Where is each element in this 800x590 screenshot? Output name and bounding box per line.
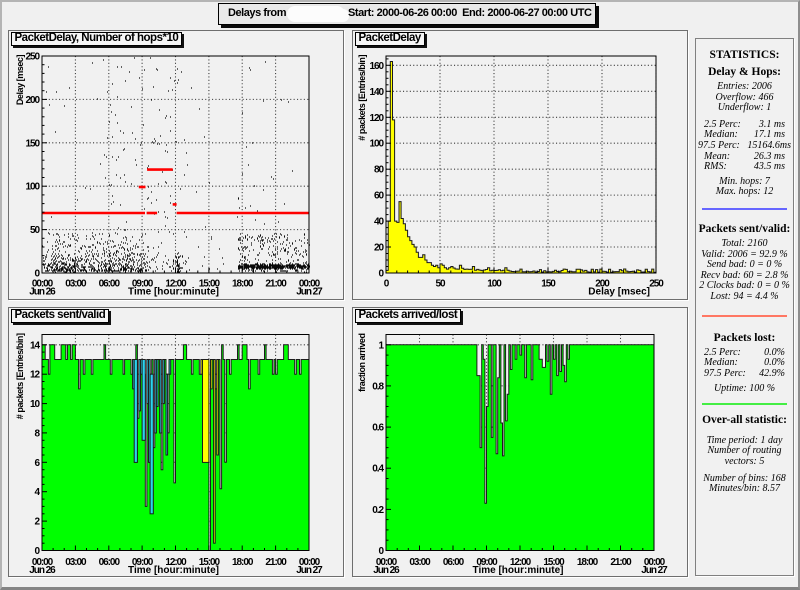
svg-text:18:00: 18:00 xyxy=(577,557,599,568)
svg-text:50: 50 xyxy=(30,225,41,236)
svg-text:200: 200 xyxy=(25,95,40,106)
svg-text:fraction arrived: fraction arrived xyxy=(357,334,367,392)
svg-text:250: 250 xyxy=(649,279,664,290)
svg-text:60: 60 xyxy=(374,191,385,202)
svg-text:80: 80 xyxy=(374,165,385,176)
svg-text:Jun 26: Jun 26 xyxy=(29,565,56,576)
svg-text:0: 0 xyxy=(34,546,40,557)
svg-text:100: 100 xyxy=(25,182,40,193)
svg-text:0.8: 0.8 xyxy=(372,381,384,392)
svg-text:150: 150 xyxy=(541,279,556,290)
svg-text:Jun 26: Jun 26 xyxy=(373,565,400,576)
svg-text:150: 150 xyxy=(25,138,40,149)
svg-text:8: 8 xyxy=(34,428,40,439)
svg-text:160: 160 xyxy=(369,61,384,72)
svg-text:14: 14 xyxy=(30,340,41,351)
svg-text:6: 6 xyxy=(34,458,40,469)
svg-text:18:00: 18:00 xyxy=(232,279,254,290)
svg-text:Time [hour:minute]: Time [hour:minute] xyxy=(128,287,219,298)
svg-text:06:00: 06:00 xyxy=(443,557,465,568)
svg-text:Jun 27: Jun 27 xyxy=(641,565,668,576)
svg-text:Jun 27: Jun 27 xyxy=(296,565,323,576)
svg-text:0.2: 0.2 xyxy=(372,505,384,516)
svg-text:4: 4 xyxy=(34,487,40,498)
svg-text:10: 10 xyxy=(30,399,41,410)
svg-text:2: 2 xyxy=(34,517,40,528)
svg-text:0: 0 xyxy=(378,546,384,557)
svg-text:03:00: 03:00 xyxy=(65,279,87,290)
svg-text:21:00: 21:00 xyxy=(265,279,287,290)
svg-text:06:00: 06:00 xyxy=(99,557,121,568)
svg-text:06:00: 06:00 xyxy=(99,279,121,290)
svg-text:12: 12 xyxy=(30,370,41,381)
svg-text:21:00: 21:00 xyxy=(610,557,632,568)
svg-text:Delay [msec]: Delay [msec] xyxy=(15,55,25,106)
svg-text:03:00: 03:00 xyxy=(65,557,87,568)
svg-text:140: 140 xyxy=(369,87,384,98)
svg-text:Time [hour:minute]: Time [hour:minute] xyxy=(473,565,564,576)
svg-text:Jun 26: Jun 26 xyxy=(29,287,56,298)
svg-text:40: 40 xyxy=(374,217,385,228)
svg-text:120: 120 xyxy=(369,113,384,124)
svg-text:0: 0 xyxy=(384,279,390,290)
svg-text:Delay [msec]: Delay [msec] xyxy=(588,287,650,298)
svg-text:100: 100 xyxy=(487,279,502,290)
svg-text:# packets [Entries/bin]: # packets [Entries/bin] xyxy=(15,333,25,419)
svg-text:1: 1 xyxy=(378,340,384,351)
svg-text:20: 20 xyxy=(374,243,385,254)
svg-text:100: 100 xyxy=(369,139,384,150)
svg-text:03:00: 03:00 xyxy=(409,557,431,568)
svg-text:250: 250 xyxy=(25,52,40,63)
svg-text:21:00: 21:00 xyxy=(265,557,287,568)
svg-text:# packets [Entries/bin]: # packets [Entries/bin] xyxy=(357,55,367,141)
svg-text:50: 50 xyxy=(435,279,446,290)
svg-text:Jun 27: Jun 27 xyxy=(296,287,323,298)
svg-text:Time [hour:minute]: Time [hour:minute] xyxy=(128,565,219,576)
svg-text:18:00: 18:00 xyxy=(232,557,254,568)
svg-text:0.4: 0.4 xyxy=(372,464,384,475)
svg-text:0.6: 0.6 xyxy=(372,423,384,434)
